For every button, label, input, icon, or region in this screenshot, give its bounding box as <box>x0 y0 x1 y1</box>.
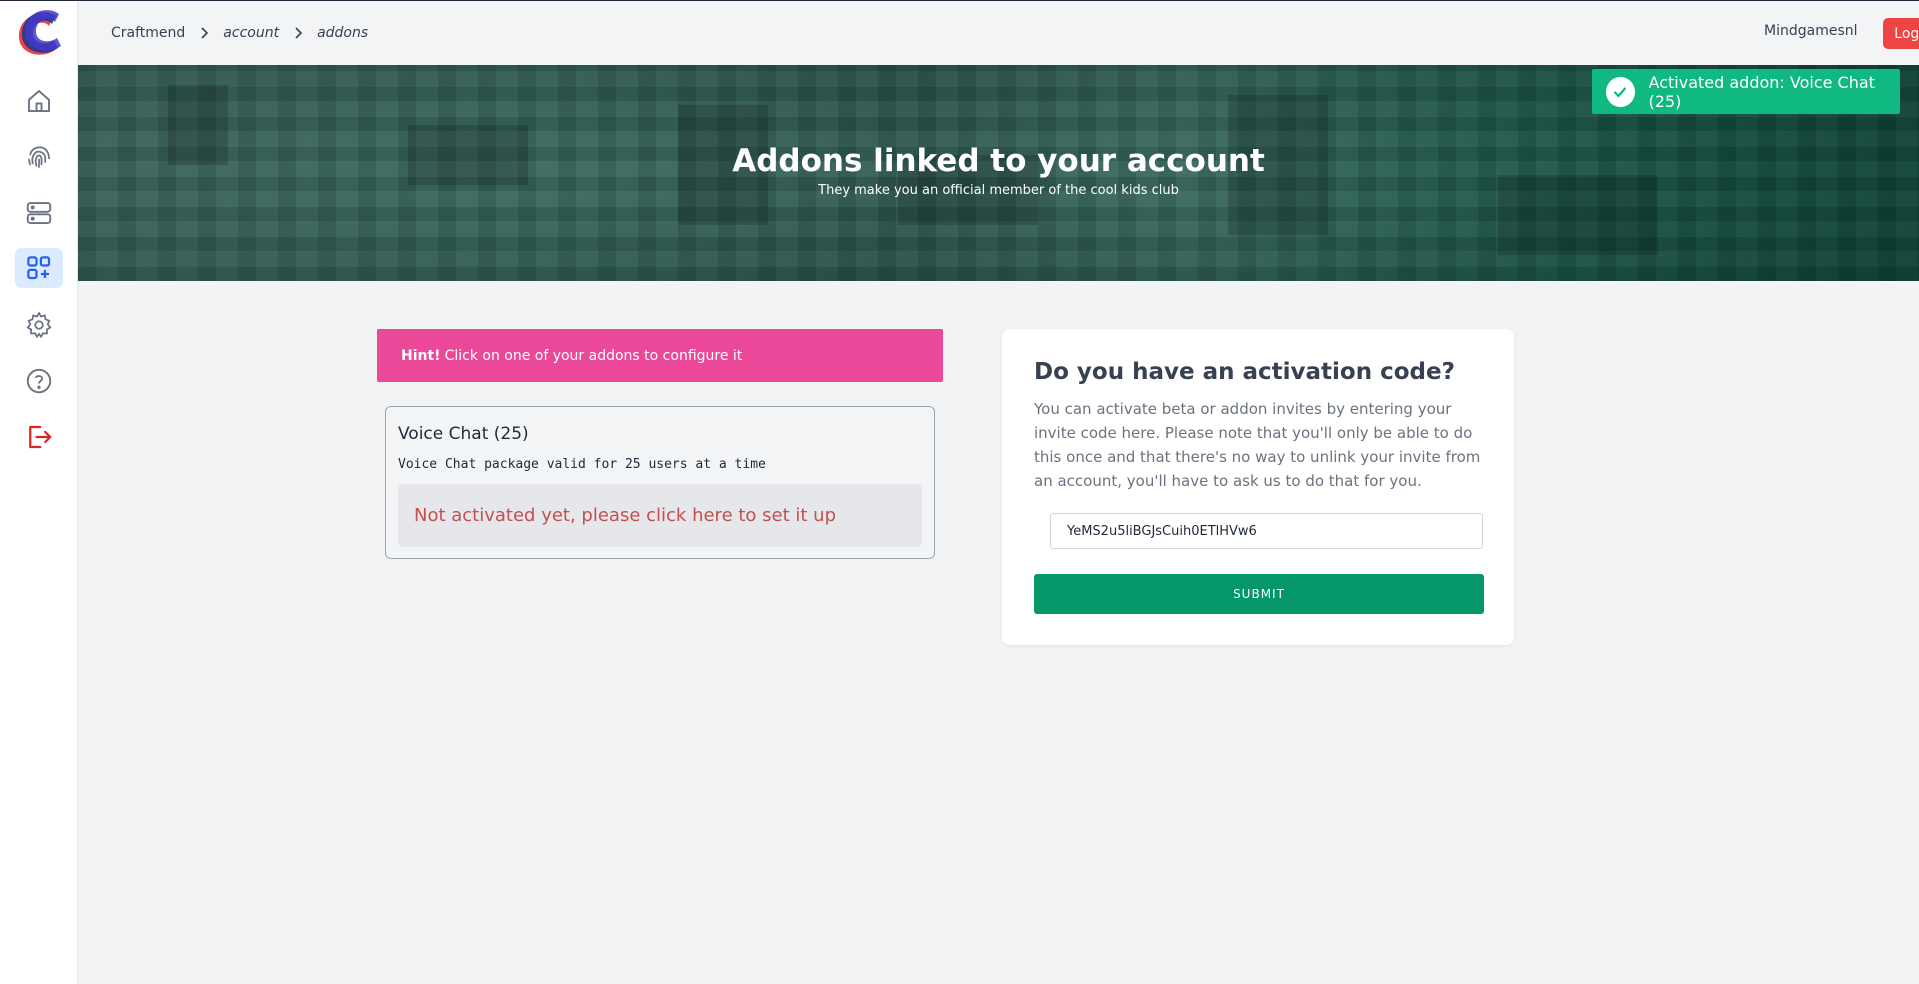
addon-description: Voice Chat package valid for 25 users at… <box>398 457 766 472</box>
server-icon <box>26 202 52 224</box>
logout-button[interactable]: Log out <box>1883 18 1919 49</box>
sidebar-item-addons[interactable] <box>15 248 63 288</box>
sidebar <box>0 0 78 984</box>
addon-setup-button[interactable]: Not activated yet, please click here to … <box>398 484 922 547</box>
chevron-right-icon <box>199 27 209 39</box>
addon-card[interactable]: Voice Chat (25) Voice Chat package valid… <box>385 406 935 559</box>
success-toast[interactable]: Activated addon: Voice Chat (25) <box>1592 69 1900 114</box>
activation-title: Do you have an activation code? <box>1034 359 1455 385</box>
sidebar-item-home[interactable] <box>15 81 63 121</box>
fingerprint-icon <box>28 146 50 168</box>
craftmend-logo[interactable] <box>13 8 65 62</box>
addons-icon <box>27 256 51 280</box>
hint-text: Click on one of your addons to configure… <box>444 347 743 364</box>
activation-code-input[interactable] <box>1050 513 1483 549</box>
chevron-right-icon <box>293 27 303 39</box>
logout-icon <box>29 425 52 449</box>
breadcrumb-item-addons[interactable]: addons <box>317 25 368 41</box>
home-icon <box>28 89 50 112</box>
sidebar-item-fingerprint[interactable] <box>15 137 63 177</box>
page-title: Addons linked to your account <box>732 143 1265 179</box>
hint-banner: Hint! Click on one of your addons to con… <box>377 329 943 382</box>
top-border-line <box>0 0 1919 1</box>
activation-description: You can activate beta or addon invites b… <box>1034 400 1481 490</box>
gear-icon <box>26 311 52 339</box>
addon-title: Voice Chat (25) <box>398 424 529 444</box>
top-header: Craftmend account addons Mindgamesnl Log… <box>78 1 1919 65</box>
hint-label: Hint! <box>401 347 441 364</box>
user-name[interactable]: Mindgamesnl <box>1764 23 1858 39</box>
activation-card: Do you have an activation code? You can … <box>1002 329 1514 645</box>
help-icon <box>26 368 52 394</box>
breadcrumb-item-craftmend[interactable]: Craftmend <box>111 25 185 41</box>
check-circle-icon <box>1606 76 1635 107</box>
sidebar-item-servers[interactable] <box>15 193 63 233</box>
sidebar-item-settings[interactable] <box>15 305 63 345</box>
page-subtitle: They make you an official member of the … <box>818 183 1179 198</box>
sidebar-item-help[interactable] <box>15 361 63 401</box>
breadcrumb: Craftmend account addons <box>111 1 368 65</box>
toast-message: Activated addon: Voice Chat (25) <box>1648 72 1875 111</box>
breadcrumb-item-account[interactable]: account <box>223 25 279 41</box>
sidebar-item-logout[interactable] <box>15 417 63 457</box>
submit-button[interactable]: SUBMIT <box>1034 574 1484 614</box>
